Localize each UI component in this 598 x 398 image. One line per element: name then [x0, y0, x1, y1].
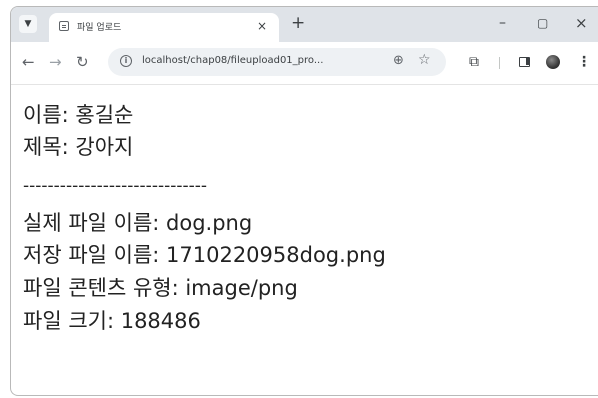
tab-title: 파일 업로드	[77, 23, 122, 33]
browser-toolbar: ← → ↻ i localhost/chap08/fileupload01_pr…	[11, 42, 598, 85]
file-size-line: 파일 크기: 188486	[23, 309, 201, 333]
minimize-button[interactable]: –	[499, 14, 506, 32]
tab-search-button[interactable]: ▼	[19, 15, 37, 33]
arrow-left-icon: ←	[22, 53, 35, 71]
forward-button[interactable]: →	[49, 53, 62, 71]
info-icon[interactable]: i	[120, 55, 132, 67]
address-bar[interactable]: i localhost/chap08/fileupload01_pro... ⊕…	[108, 48, 446, 76]
subject-line: 제목: 강아지	[23, 135, 134, 159]
url-text[interactable]: localhost/chap08/fileupload01_pro...	[142, 55, 323, 66]
back-button[interactable]: ←	[22, 53, 35, 71]
browser-window: ▼ 파일 업로드 × + – ▢ × ← → ↻ i localhost/cha…	[10, 6, 598, 396]
avatar-icon[interactable]	[546, 55, 560, 69]
original-filename-line: 실제 파일 이름: dog.png	[23, 211, 253, 235]
arrow-right-icon: →	[49, 53, 62, 71]
page-icon	[59, 21, 69, 31]
kebab-menu-icon[interactable]: ⋮	[577, 53, 591, 71]
zoom-icon[interactable]: ⊕	[393, 53, 404, 68]
tab-close-button[interactable]: ×	[257, 19, 267, 33]
tab-active[interactable]: 파일 업로드 ×	[49, 13, 279, 42]
star-icon[interactable]: ☆	[418, 52, 431, 68]
reload-button[interactable]: ↻	[76, 53, 89, 71]
content-type-line: 파일 콘텐츠 유형: image/png	[23, 276, 298, 300]
puzzle-icon: ⧉	[469, 54, 479, 70]
toolbar-divider	[499, 57, 500, 69]
close-window-button[interactable]: ×	[575, 14, 588, 32]
side-panel-icon[interactable]	[519, 57, 530, 67]
chevron-down-icon: ▼	[24, 19, 32, 29]
name-line: 이름: 홍길순	[23, 103, 134, 127]
reload-icon: ↻	[76, 53, 89, 71]
extensions-button[interactable]: ⧉	[469, 53, 479, 71]
maximize-button[interactable]: ▢	[537, 14, 548, 32]
divider-line: ------------------------------	[23, 176, 208, 196]
saved-filename-line: 저장 파일 이름: 1710220958dog.png	[23, 243, 386, 267]
tab-strip: ▼ 파일 업로드 × + – ▢ ×	[11, 7, 598, 42]
new-tab-button[interactable]: +	[291, 14, 305, 32]
page-content: 이름: 홍길순 제목: 강아지 ------------------------…	[11, 85, 598, 395]
